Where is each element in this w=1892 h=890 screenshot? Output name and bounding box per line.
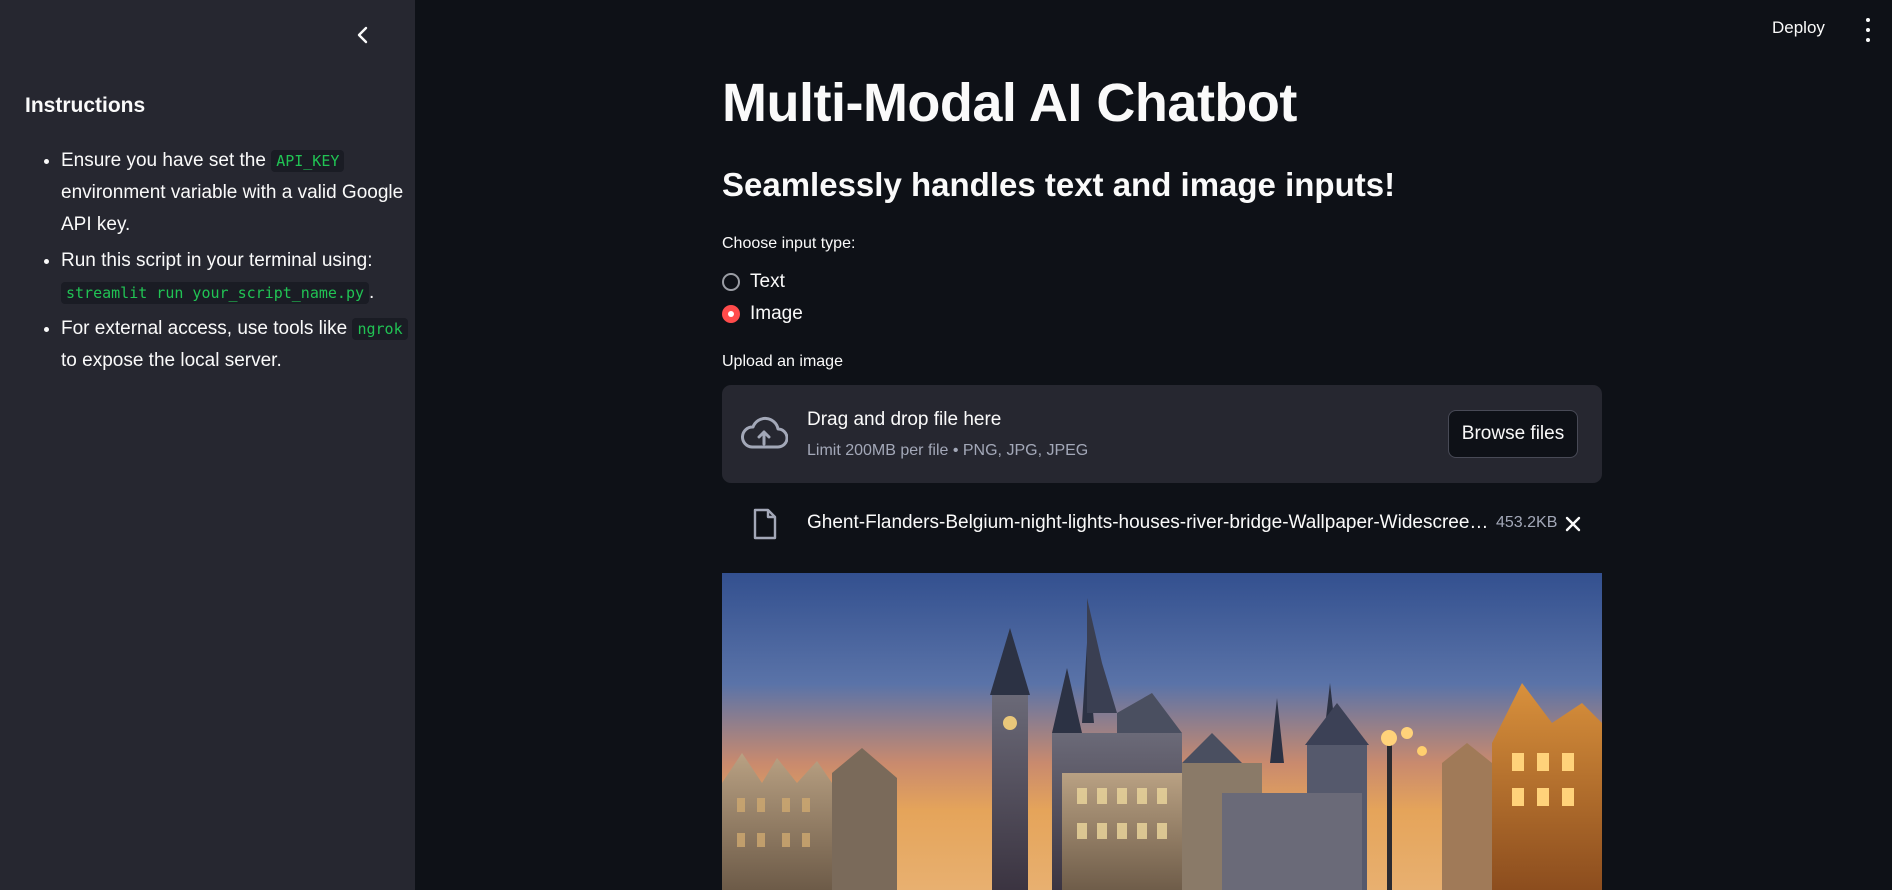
file-icon — [753, 508, 777, 540]
uploaded-file-row: Ghent-Flanders-Belgium-night-lights-hous… — [722, 500, 1602, 546]
cloud-upload-icon — [741, 416, 788, 449]
uploaded-file-name: Ghent-Flanders-Belgium-night-lights-hous… — [807, 512, 1489, 533]
close-icon[interactable] — [1563, 514, 1583, 534]
page-subtitle: Seamlessly handles text and image inputs… — [722, 166, 1396, 203]
radio-option-image[interactable]: Image — [722, 303, 803, 325]
main-content: Multi-Modal AI Chatbot Seamlessly handle… — [722, 0, 1602, 890]
instruction-text: . — [369, 282, 375, 303]
instruction-text: Run this script in your terminal using: — [61, 250, 373, 271]
radio-label: Text — [750, 271, 785, 292]
uploader-label: Upload an image — [722, 353, 843, 370]
page-title: Multi-Modal AI Chatbot — [722, 73, 1297, 133]
radio-option-text[interactable]: Text — [722, 271, 785, 293]
inline-code: API_KEY — [271, 150, 345, 172]
sidebar-title: Instructions — [25, 94, 146, 117]
sidebar-collapse-button[interactable] — [350, 22, 376, 48]
instruction-text: to expose the local server. — [61, 350, 282, 371]
uploaded-image-preview — [722, 573, 1602, 890]
instruction-item: For external access, use tools like ngro… — [61, 313, 421, 377]
input-type-label: Choose input type: — [722, 235, 856, 252]
instruction-text: For external access, use tools like — [61, 318, 353, 339]
inline-code: ngrok — [352, 318, 408, 340]
uploaded-image-preview — [722, 573, 1602, 890]
dropzone-limit-text: Limit 200MB per file • PNG, JPG, JPEG — [807, 442, 1089, 459]
instruction-item: Run this script in your terminal using: … — [61, 245, 421, 309]
instructions-list: Ensure you have set the API_KEY environm… — [25, 145, 421, 381]
radio-checked-icon[interactable] — [722, 305, 740, 323]
radio-label: Image — [750, 303, 803, 324]
deploy-button[interactable]: Deploy — [1772, 18, 1825, 38]
uploaded-file-size: 453.2KB — [1496, 514, 1558, 531]
instruction-text: environment variable with a valid Google… — [61, 182, 404, 235]
browse-files-button[interactable]: Browse files — [1448, 410, 1578, 458]
file-dropzone[interactable]: Drag and drop file here Limit 200MB per … — [722, 385, 1602, 483]
inline-code: streamlit run your_script_name.py — [61, 282, 370, 304]
instruction-item: Ensure you have set the API_KEY environm… — [61, 145, 421, 241]
dropzone-title: Drag and drop file here — [807, 409, 1002, 430]
sidebar: Instructions Ensure you have set the API… — [0, 0, 415, 890]
instruction-text: Ensure you have set the — [61, 150, 272, 171]
radio-unchecked-icon[interactable] — [722, 273, 740, 291]
chevron-left-icon — [357, 26, 368, 44]
kebab-menu-icon[interactable] — [1858, 18, 1878, 42]
